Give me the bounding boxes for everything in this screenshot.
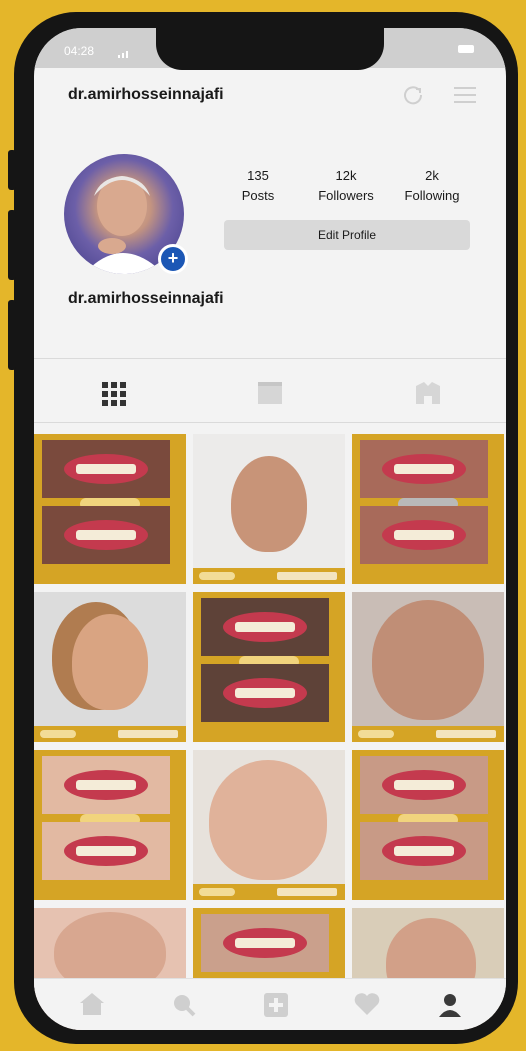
post-thumbnail[interactable] <box>352 434 504 584</box>
divider <box>34 422 506 423</box>
signal-icon <box>118 45 132 63</box>
phone-volume-up-button <box>8 210 16 280</box>
add-story-badge[interactable]: + <box>158 244 188 274</box>
post-thumbnail[interactable] <box>352 592 504 742</box>
post-thumbnail[interactable] <box>34 592 186 742</box>
teeth-image <box>42 822 170 880</box>
profile-name: dr.amirhosseinnajafi <box>68 290 224 307</box>
phone-mute-button <box>8 150 16 190</box>
teeth-image <box>201 914 329 972</box>
teeth-image <box>42 506 170 564</box>
post-thumbnail[interactable] <box>34 750 186 900</box>
following-stat[interactable]: 2k Following <box>394 168 470 203</box>
followers-stat[interactable]: 12k Followers <box>308 168 384 203</box>
teeth-image <box>360 756 488 814</box>
teeth-image <box>360 440 488 498</box>
followers-count: 12k <box>335 168 357 183</box>
divider <box>34 358 506 359</box>
posts-label: Posts <box>241 188 275 203</box>
history-icon[interactable] <box>402 84 424 111</box>
grid-icon[interactable] <box>102 382 126 411</box>
post-caption-bar <box>193 884 345 900</box>
phone-screen: 04:28 dr.amirhosseinnajafi + 135 Posts 1… <box>34 28 506 1030</box>
post-caption-bar <box>352 726 504 742</box>
feed-icon[interactable] <box>258 382 282 409</box>
profile-icon[interactable] <box>438 993 462 1022</box>
status-time: 04:28 <box>64 44 95 58</box>
following-label: Following <box>404 188 460 203</box>
posts-count: 135 <box>247 168 269 183</box>
activity-heart-icon[interactable] <box>354 993 380 1020</box>
teeth-image <box>360 822 488 880</box>
teeth-image <box>201 664 329 722</box>
header-username[interactable]: dr.amirhosseinnajafi <box>68 86 224 104</box>
phone-volume-down-button <box>8 300 16 370</box>
posts-stat[interactable]: 135 Posts <box>220 168 296 203</box>
tagged-icon[interactable] <box>416 382 440 409</box>
post-thumbnail[interactable] <box>193 592 345 742</box>
teeth-image <box>42 440 170 498</box>
search-icon[interactable] <box>172 993 196 1022</box>
menu-icon[interactable] <box>454 86 476 109</box>
edit-profile-button[interactable]: Edit Profile <box>224 220 470 250</box>
home-icon[interactable] <box>80 993 104 1020</box>
teeth-image <box>201 598 329 656</box>
phone-notch <box>156 28 384 70</box>
bottom-nav <box>34 978 506 1030</box>
followers-label: Followers <box>318 188 374 203</box>
battery-icon <box>458 45 474 53</box>
post-thumbnail[interactable] <box>193 750 345 900</box>
post-thumbnail[interactable] <box>352 750 504 900</box>
post-caption-bar <box>193 568 345 584</box>
teeth-image <box>42 756 170 814</box>
posts-grid <box>34 434 506 1030</box>
post-thumbnail[interactable] <box>34 434 186 584</box>
post-thumbnail[interactable] <box>193 434 345 584</box>
add-post-icon[interactable] <box>264 993 288 1022</box>
teeth-image <box>360 506 488 564</box>
post-caption-bar <box>34 726 186 742</box>
following-count: 2k <box>425 168 439 183</box>
